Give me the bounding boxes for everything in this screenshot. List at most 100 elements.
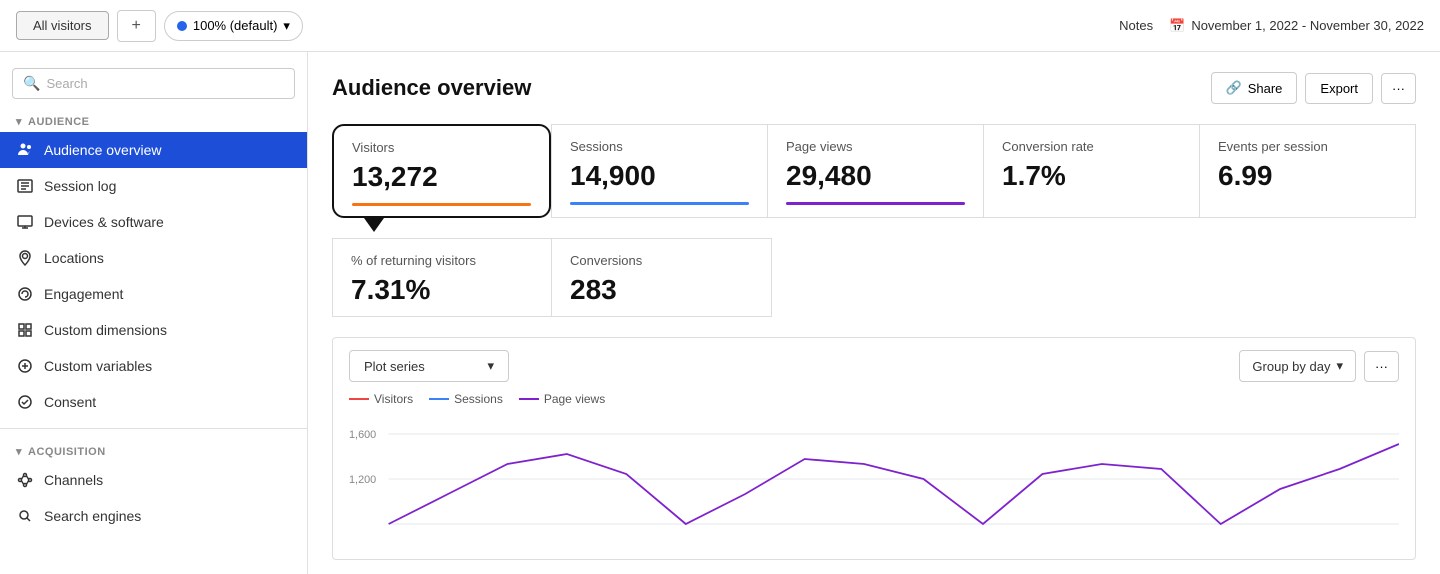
channels-icon bbox=[16, 471, 34, 489]
events-per-session-bar bbox=[1218, 202, 1397, 205]
section-acquisition-header[interactable]: ▾ ACQUISITION bbox=[0, 437, 307, 462]
page-title: Audience overview bbox=[332, 75, 531, 101]
users-icon bbox=[16, 141, 34, 159]
svg-text:1,600: 1,600 bbox=[349, 429, 376, 441]
monitor-icon bbox=[16, 213, 34, 231]
link-icon: 🔗 bbox=[1226, 80, 1242, 96]
chart-controls: Plot series ▾ Group by day ▾ ··· bbox=[349, 350, 1399, 382]
visitors-value: 13,272 bbox=[352, 161, 531, 193]
legend-visitors: Visitors bbox=[349, 392, 413, 406]
engagement-icon bbox=[16, 285, 34, 303]
chart-more-options-button[interactable]: ··· bbox=[1364, 351, 1399, 382]
date-range-label: November 1, 2022 - November 30, 2022 bbox=[1191, 18, 1424, 33]
sessions-value: 14,900 bbox=[570, 160, 749, 192]
page-header: Audience overview 🔗 Share Export ··· bbox=[332, 72, 1416, 104]
sidebar-item-engagement[interactable]: Engagement bbox=[0, 276, 307, 312]
legend-line-visitors bbox=[349, 398, 369, 400]
sidebar-item-consent[interactable]: Consent bbox=[0, 384, 307, 420]
section-audience-label: AUDIENCE bbox=[28, 116, 89, 128]
conversion-rate-label: Conversion rate bbox=[1002, 139, 1181, 154]
returning-visitors-label: % of returning visitors bbox=[351, 253, 533, 268]
conversions-value: 283 bbox=[570, 274, 753, 306]
sidebar-item-devices-software[interactable]: Devices & software bbox=[0, 204, 307, 240]
events-per-session-label: Events per session bbox=[1218, 139, 1397, 154]
legend-visitors-label: Visitors bbox=[374, 392, 413, 406]
stat-card-visitors: Visitors 13,272 bbox=[332, 124, 551, 218]
sidebar-item-session-log[interactable]: Session log bbox=[0, 168, 307, 204]
segment-label: 100% (default) bbox=[193, 18, 278, 33]
consent-icon bbox=[16, 393, 34, 411]
plot-series-selector[interactable]: Plot series ▾ bbox=[349, 350, 509, 382]
section-audience-header[interactable]: ▾ AUDIENCE bbox=[0, 107, 307, 132]
conversions-label: Conversions bbox=[570, 253, 753, 268]
calendar-icon: 📅 bbox=[1169, 18, 1185, 34]
visitors-label: Visitors bbox=[352, 140, 531, 155]
group-by-button[interactable]: Group by day ▾ bbox=[1239, 350, 1356, 382]
conversion-rate-bar bbox=[1002, 202, 1181, 205]
stat-card-sessions: Sessions 14,900 bbox=[551, 124, 768, 218]
group-by-label: Group by day bbox=[1252, 359, 1330, 374]
date-range: 📅 November 1, 2022 - November 30, 2022 bbox=[1169, 18, 1424, 34]
top-bar-right: Notes 📅 November 1, 2022 - November 30, … bbox=[1119, 18, 1424, 34]
sidebar: 🔍 Search ▾ AUDIENCE Audience overview Se… bbox=[0, 52, 308, 574]
legend-line-page-views bbox=[519, 398, 539, 400]
sidebar-item-channels[interactable]: Channels bbox=[0, 462, 307, 498]
sidebar-item-custom-variables[interactable]: Custom variables bbox=[0, 348, 307, 384]
list-icon bbox=[16, 177, 34, 195]
chart-legend: Visitors Sessions Page views bbox=[349, 392, 1399, 406]
search-box[interactable]: 🔍 Search bbox=[12, 68, 295, 99]
sidebar-item-locations-label: Locations bbox=[44, 250, 104, 266]
chevron-down-icon: ▾ bbox=[16, 445, 22, 458]
legend-page-views: Page views bbox=[519, 392, 605, 406]
legend-sessions: Sessions bbox=[429, 392, 503, 406]
tab-all-visitors[interactable]: All visitors bbox=[16, 11, 109, 40]
legend-page-views-label: Page views bbox=[544, 392, 605, 406]
legend-sessions-label: Sessions bbox=[454, 392, 503, 406]
section-acquisition-label: ACQUISITION bbox=[28, 446, 106, 458]
sessions-bar bbox=[570, 202, 749, 205]
sidebar-item-session-log-label: Session log bbox=[44, 178, 116, 194]
share-label: Share bbox=[1248, 81, 1283, 96]
segment-dot bbox=[177, 21, 187, 31]
tab-add-button[interactable]: + bbox=[117, 10, 156, 42]
sidebar-item-locations[interactable]: Locations bbox=[0, 240, 307, 276]
export-button[interactable]: Export bbox=[1305, 73, 1373, 104]
returning-visitors-value: 7.31% bbox=[351, 274, 533, 306]
header-actions: 🔗 Share Export ··· bbox=[1211, 72, 1416, 104]
chevron-down-icon: ▾ bbox=[283, 18, 290, 34]
visitors-bar bbox=[352, 203, 531, 206]
sidebar-item-search-engines[interactable]: Search engines bbox=[0, 498, 307, 534]
stat-card-page-views: Page views 29,480 bbox=[768, 124, 984, 218]
chart-controls-right: Group by day ▾ ··· bbox=[1239, 350, 1399, 382]
segment-selector[interactable]: 100% (default) ▾ bbox=[164, 11, 303, 41]
stat-card-events-per-session: Events per session 6.99 bbox=[1200, 124, 1416, 218]
svg-text:1,200: 1,200 bbox=[349, 474, 376, 486]
search-placeholder: Search bbox=[46, 76, 87, 91]
custom-dimensions-icon bbox=[16, 321, 34, 339]
share-button[interactable]: 🔗 Share bbox=[1211, 72, 1298, 104]
sidebar-item-custom-dimensions-label: Custom dimensions bbox=[44, 322, 167, 338]
sidebar-divider bbox=[0, 428, 307, 429]
stats-grid: Visitors 13,272 Sessions 14,900 Page vie… bbox=[332, 124, 1416, 218]
conversion-rate-value: 1.7% bbox=[1002, 160, 1181, 192]
chart-area: 1,600 1,200 bbox=[349, 414, 1399, 547]
stat-card-conversions: Conversions 283 bbox=[552, 238, 772, 317]
plot-series-label: Plot series bbox=[364, 359, 425, 374]
main-content: Audience overview 🔗 Share Export ··· Vis… bbox=[308, 52, 1440, 574]
sidebar-item-audience-overview-label: Audience overview bbox=[44, 142, 162, 158]
sidebar-item-custom-dimensions[interactable]: Custom dimensions bbox=[0, 312, 307, 348]
sidebar-item-search-engines-label: Search engines bbox=[44, 508, 141, 524]
main-layout: 🔍 Search ▾ AUDIENCE Audience overview Se… bbox=[0, 52, 1440, 574]
notes-button[interactable]: Notes bbox=[1119, 18, 1153, 33]
chevron-down-icon: ▾ bbox=[16, 115, 22, 128]
more-options-button[interactable]: ··· bbox=[1381, 73, 1416, 104]
search-icon: 🔍 bbox=[23, 75, 40, 92]
page-views-label: Page views bbox=[786, 139, 965, 154]
chart-svg: 1,600 1,200 bbox=[349, 414, 1399, 544]
chevron-down-icon: ▾ bbox=[487, 358, 494, 374]
page-views-value: 29,480 bbox=[786, 160, 965, 192]
sidebar-item-audience-overview[interactable]: Audience overview bbox=[0, 132, 307, 168]
sidebar-item-channels-label: Channels bbox=[44, 472, 103, 488]
events-per-session-value: 6.99 bbox=[1218, 160, 1397, 192]
page-views-bar bbox=[786, 202, 965, 205]
